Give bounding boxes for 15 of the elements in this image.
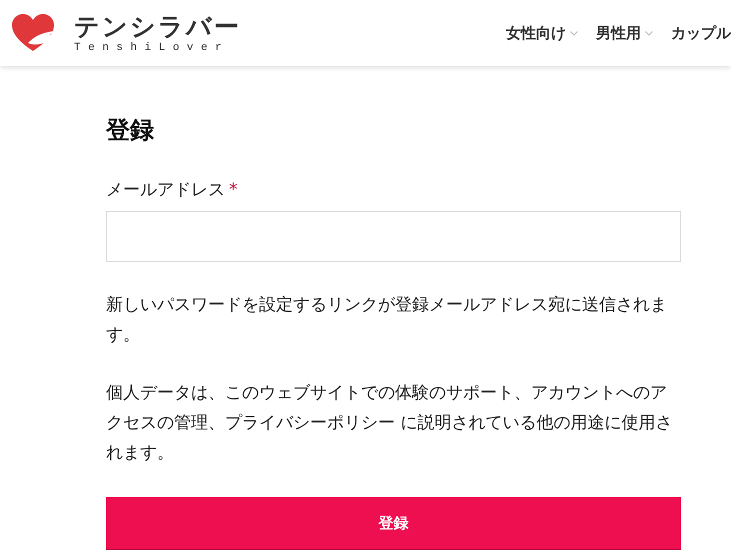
email-field[interactable] [106, 211, 681, 262]
privacy-text: 個人データは、このウェブサイトでの体験のサポート、アカウントへのアクセスの管理、プライバシーポリシー に説明されている他の用途に使用されます。 [106, 382, 674, 465]
logo-title: テンシラバー [74, 12, 241, 42]
email-label: メールアドレス [106, 180, 225, 200]
nav-link[interactable]: カップル [671, 24, 731, 42]
required-mark: * [229, 180, 238, 200]
chevron-down-icon [645, 30, 653, 36]
chevron-down-icon [570, 30, 578, 36]
register-button[interactable]: 登録 [106, 497, 681, 549]
nav-link[interactable]: 男性用 [596, 24, 653, 42]
logo-subtitle: TenshiLover [74, 42, 230, 54]
nav-link[interactable]: 女性向け [506, 24, 578, 42]
page-title: 登録 [106, 115, 155, 146]
heart-wing-icon[interactable] [10, 13, 56, 53]
notice-text: 新しいパスワードを設定するリンクが登録メールアドレス宛に送信されます。 [106, 294, 668, 347]
